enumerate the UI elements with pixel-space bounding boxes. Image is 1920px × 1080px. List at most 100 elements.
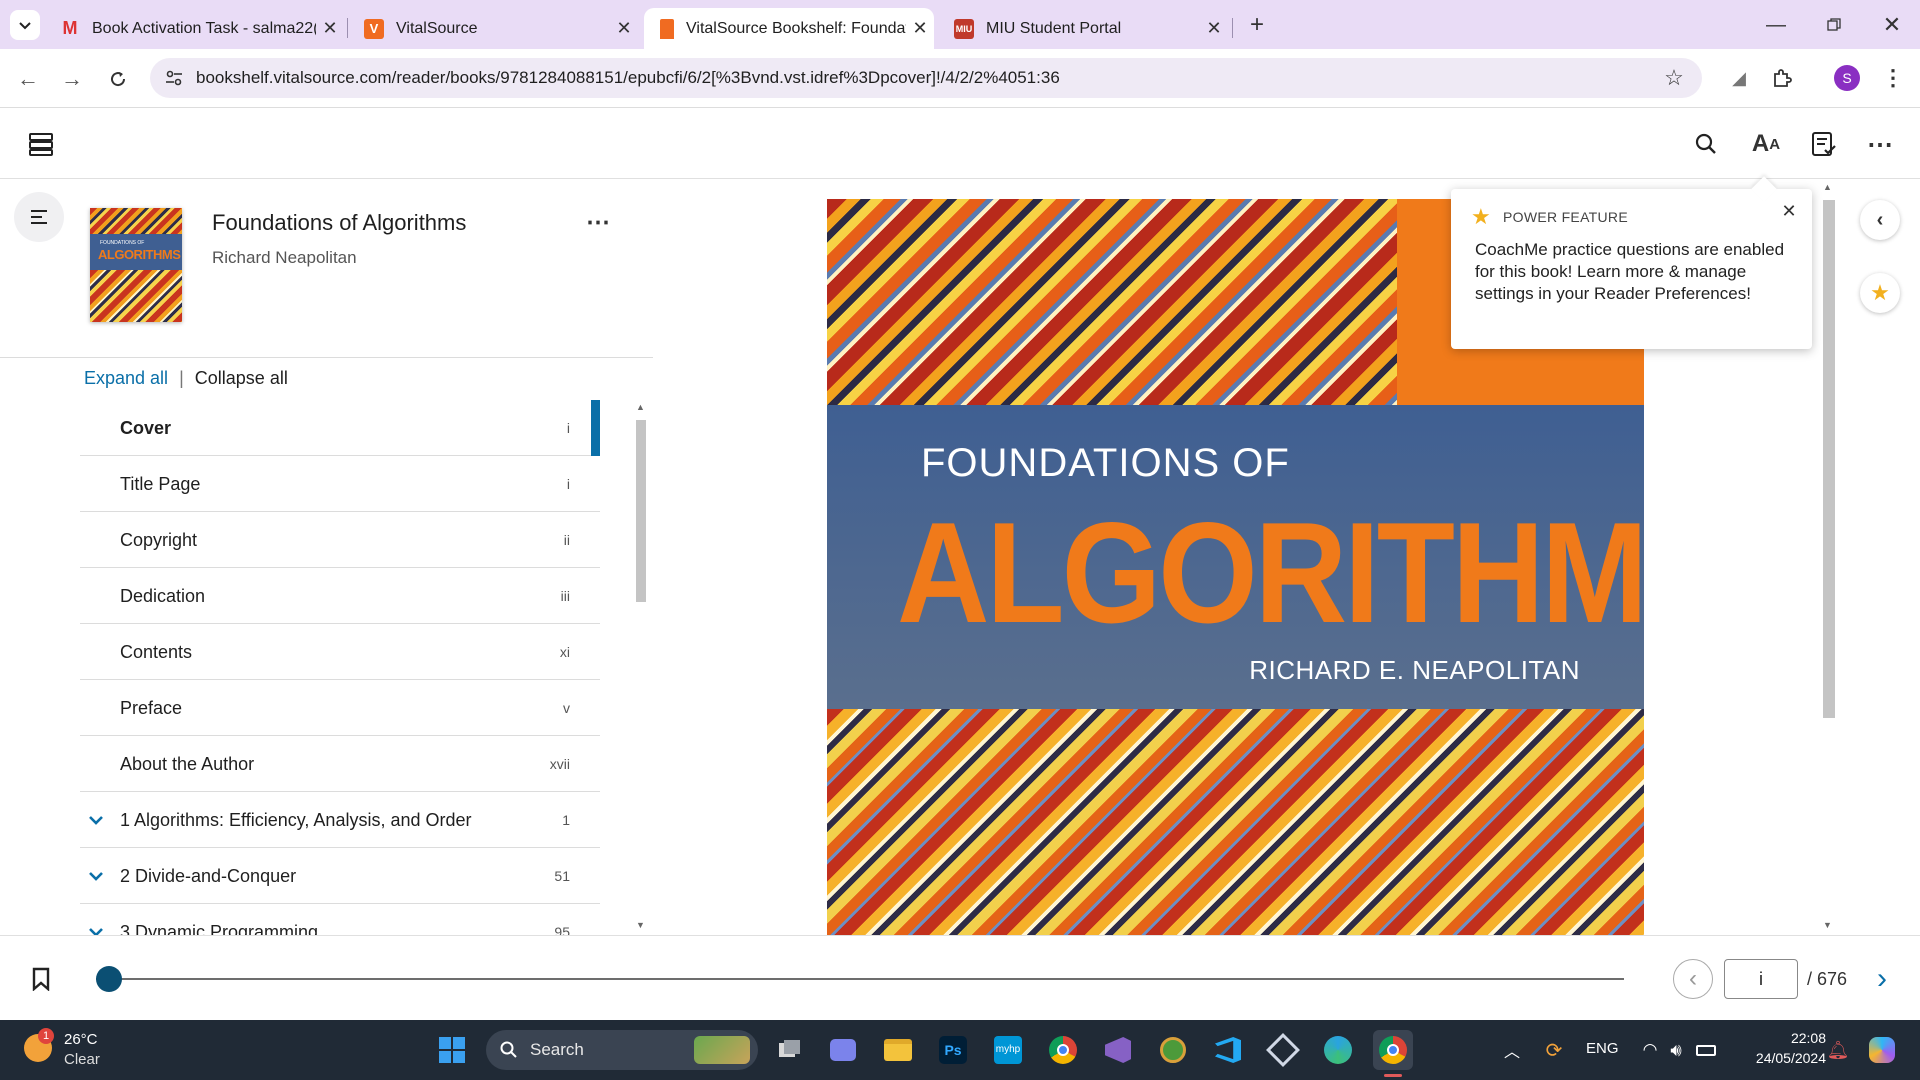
- toc-item-page: i: [566, 420, 570, 436]
- chevron-left-icon[interactable]: ‹: [1860, 200, 1900, 240]
- back-arrow-icon[interactable]: ←: [10, 61, 46, 97]
- collapse-all-link[interactable]: Collapse all: [195, 368, 288, 388]
- gpu-app-icon[interactable]: [1153, 1030, 1193, 1070]
- restore-button[interactable]: [1814, 5, 1854, 45]
- content-scrollbar-thumb[interactable]: [1823, 200, 1835, 718]
- clock[interactable]: 22:08 24/05/2024: [1736, 1028, 1826, 1068]
- toc-item-preface[interactable]: Preface v: [80, 680, 600, 736]
- site-info-icon[interactable]: [162, 66, 186, 90]
- close-icon[interactable]: ✕: [316, 18, 344, 39]
- notification-bell-icon[interactable]: 🔔︎: [1818, 1030, 1858, 1070]
- tab-title: VitalSource Bookshelf: Foundati: [686, 19, 906, 37]
- battery-icon[interactable]: [1686, 1030, 1726, 1070]
- close-icon[interactable]: ✕: [610, 18, 638, 39]
- page-number-input[interactable]: i: [1724, 959, 1798, 999]
- toc-item-label: Contents: [120, 642, 193, 662]
- task-view-icon[interactable]: [770, 1030, 810, 1070]
- toc-item-page: ii: [563, 532, 570, 548]
- expand-all-link[interactable]: Expand all: [84, 368, 168, 388]
- toc-item-title-page[interactable]: Title Page i: [80, 456, 600, 512]
- close-icon[interactable]: ✕: [1200, 18, 1228, 39]
- vitalsource-icon: V: [364, 18, 384, 39]
- toc-item-chapter-3[interactable]: 3 Dynamic Programming 95: [80, 904, 600, 935]
- edge-dev-icon[interactable]: [1318, 1030, 1358, 1070]
- toc-item-chapter-1[interactable]: 1 Algorithms: Efficiency, Analysis, and …: [80, 792, 600, 848]
- toc-item-page: 95: [554, 924, 570, 935]
- chevron-down-icon[interactable]: [86, 866, 106, 886]
- book-options-icon[interactable]: ⋯: [580, 204, 616, 240]
- toc-item-contents[interactable]: Contents xi: [80, 624, 600, 680]
- weather-condition: Clear: [64, 1051, 100, 1068]
- address-bar[interactable]: bookshelf.vitalsource.com/reader/books/9…: [150, 58, 1702, 98]
- windows-taskbar: 1 26°C Clear Search Ps myhp ︿ ⟳ ENG ◠ 🔊︎…: [0, 1020, 1920, 1080]
- browser-toolbar: ← → bookshelf.vitalsource.com/reader/boo…: [0, 49, 1920, 108]
- chevron-up-icon[interactable]: ︿: [1492, 1030, 1532, 1070]
- file-explorer-icon[interactable]: [878, 1030, 918, 1070]
- windows-start-icon[interactable]: [432, 1030, 472, 1070]
- search-icon: [500, 1041, 517, 1058]
- toc-list: Cover i Title Page i Copyright ii Dedica…: [0, 400, 653, 935]
- tab-vitalsource[interactable]: V VitalSource ✕: [348, 8, 638, 49]
- chevron-down-icon[interactable]: [86, 810, 106, 830]
- weather-widget[interactable]: 1 26°C Clear: [22, 1028, 142, 1072]
- virtualbox-icon[interactable]: [1263, 1030, 1303, 1070]
- bookmark-star-icon[interactable]: ☆: [1662, 65, 1686, 90]
- tab-miu-portal[interactable]: MIU MIU Student Portal ✕: [938, 8, 1228, 49]
- toc-item-page: xvii: [549, 756, 570, 772]
- toc-toggle-button[interactable]: [14, 192, 64, 242]
- copilot-icon[interactable]: [1862, 1030, 1902, 1070]
- close-icon[interactable]: ✕: [906, 18, 934, 39]
- close-icon[interactable]: ✕: [1777, 199, 1801, 223]
- more-options-icon[interactable]: ⋯: [1862, 126, 1898, 162]
- toc-item-chapter-2[interactable]: 2 Divide-and-Conquer 51: [80, 848, 600, 904]
- toc-item-dedication[interactable]: Dedication iii: [80, 568, 600, 624]
- extension-leaf-icon[interactable]: ◢: [1722, 61, 1756, 95]
- tab-gmail[interactable]: M Book Activation Task - salma22( ✕: [44, 8, 344, 49]
- bookshelf-icon[interactable]: [24, 128, 58, 160]
- myhp-icon[interactable]: myhp: [988, 1030, 1028, 1070]
- visual-studio-icon[interactable]: [1098, 1030, 1138, 1070]
- avatar[interactable]: S: [1834, 65, 1860, 91]
- next-page-button[interactable]: ›: [1862, 959, 1902, 999]
- minimize-button[interactable]: —: [1756, 5, 1796, 45]
- language-indicator[interactable]: ENG: [1586, 1040, 1619, 1057]
- progress-track[interactable]: [96, 978, 1624, 980]
- chevron-down-icon[interactable]: [86, 922, 106, 935]
- toc-item-cover[interactable]: Cover i: [80, 400, 600, 456]
- toc-item-copyright[interactable]: Copyright ii: [80, 512, 600, 568]
- window-close-button[interactable]: ✕: [1872, 5, 1912, 45]
- chrome-profile-icon[interactable]: [1373, 1030, 1413, 1070]
- notes-checklist-icon[interactable]: [1806, 126, 1842, 162]
- taskbar-search-box[interactable]: Search: [486, 1030, 758, 1070]
- extensions-puzzle-icon[interactable]: [1765, 61, 1799, 95]
- toc-scrollbar[interactable]: ▲ ▼: [633, 400, 649, 935]
- bookmark-icon[interactable]: [26, 964, 56, 994]
- toc-scrollbar-thumb[interactable]: [636, 420, 646, 602]
- search-icon[interactable]: [1688, 126, 1724, 162]
- active-app-indicator: [1384, 1074, 1402, 1077]
- tab-title: VitalSource: [396, 19, 478, 37]
- forward-arrow-icon[interactable]: →: [54, 61, 90, 97]
- cover-art-bottom: [827, 709, 1644, 935]
- toc-item-about-author[interactable]: About the Author xvii: [80, 736, 600, 792]
- chrome-icon[interactable]: [1043, 1030, 1083, 1070]
- browser-menu-icon[interactable]: ⋮: [1876, 61, 1910, 95]
- previous-page-button[interactable]: ‹: [1673, 959, 1713, 999]
- star-icon[interactable]: ★: [1860, 273, 1900, 313]
- cover-top-line: FOUNDATIONS OF: [921, 441, 1290, 485]
- sync-icon[interactable]: ⟳: [1534, 1030, 1574, 1070]
- photoshop-icon[interactable]: Ps: [933, 1030, 973, 1070]
- tab-search-chevron-icon[interactable]: [10, 10, 40, 40]
- toc-item-label: About the Author: [120, 754, 255, 774]
- tab-vitalsource-bookshelf[interactable]: VitalSource Bookshelf: Foundati ✕: [644, 8, 934, 49]
- new-tab-button[interactable]: +: [1242, 10, 1272, 40]
- vscode-icon[interactable]: [1208, 1030, 1248, 1070]
- reload-icon[interactable]: [100, 61, 136, 97]
- toc-item-page: 51: [554, 868, 570, 884]
- teams-icon[interactable]: [823, 1030, 863, 1070]
- progress-slider-thumb[interactable]: [96, 966, 122, 992]
- table-of-contents-panel: FOUNDATIONS OF ALGORITHMS Foundations of…: [0, 180, 653, 935]
- content-scrollbar[interactable]: ▲ ▼: [1820, 180, 1836, 935]
- toc-item-label: Title Page: [120, 474, 201, 494]
- text-size-icon[interactable]: AA: [1748, 126, 1784, 162]
